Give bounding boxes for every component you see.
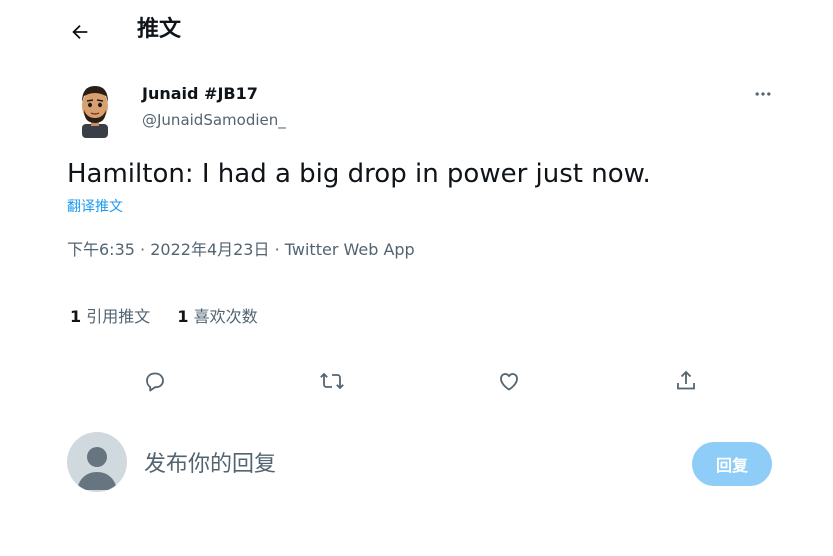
tweet-time[interactable]: 下午6:35: [67, 240, 135, 259]
share-icon: [677, 370, 695, 390]
quote-tweets-stat[interactable]: 1 引用推文: [70, 307, 150, 326]
default-avatar-icon: [77, 447, 117, 490]
reply-input[interactable]: [144, 444, 664, 484]
reply-submit-button[interactable]: 回复: [692, 442, 772, 486]
like-count: 1: [177, 307, 189, 326]
meta-separator: ·: [274, 240, 280, 259]
user-avatar: [67, 432, 127, 492]
reply-icon: [146, 372, 164, 392]
author-name[interactable]: Junaid #JB17: [142, 83, 258, 105]
likes-stat[interactable]: 1 喜欢次数: [177, 307, 257, 326]
page-title: 推文: [137, 17, 182, 42]
share-button[interactable]: [669, 364, 703, 398]
like-button[interactable]: [492, 364, 526, 398]
more-horizontal-icon: [755, 92, 771, 96]
reply-button[interactable]: [138, 364, 172, 398]
quote-count: 1: [70, 307, 82, 326]
tweet-source[interactable]: Twitter Web App: [285, 240, 415, 259]
arrow-left-icon: [72, 24, 88, 40]
author-handle[interactable]: @JunaidSamodien_: [142, 109, 286, 131]
tweet-date[interactable]: 2022年4月23日: [150, 240, 269, 259]
tweet-stats: 1 引用推文 1 喜欢次数: [70, 304, 280, 330]
back-button[interactable]: [66, 18, 94, 46]
like-icon: [500, 373, 518, 391]
retweet-icon: [320, 372, 344, 390]
tweet-text: Hamilton: I had a big drop in power just…: [67, 159, 651, 189]
tweet-meta: 下午6:35 · 2022年4月23日 · Twitter Web App: [67, 238, 415, 262]
more-button[interactable]: [746, 80, 780, 108]
likes-label: 喜欢次数: [193, 307, 258, 326]
quote-label: 引用推文: [86, 307, 151, 326]
meta-separator: ·: [140, 240, 146, 259]
translate-tweet-link[interactable]: 翻译推文: [67, 196, 123, 218]
bitmoji-avatar-icon: [82, 86, 108, 138]
retweet-button[interactable]: [315, 364, 349, 398]
avatar[interactable]: [70, 80, 120, 138]
